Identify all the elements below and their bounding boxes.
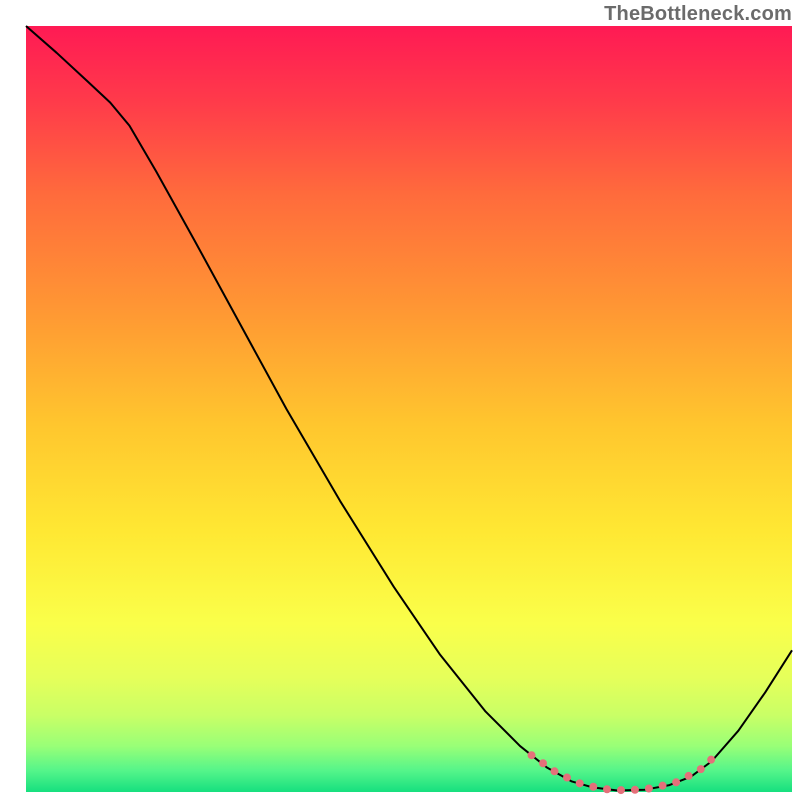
bottleneck-chart-svg xyxy=(0,0,800,800)
heat-gradient-background xyxy=(26,26,792,792)
